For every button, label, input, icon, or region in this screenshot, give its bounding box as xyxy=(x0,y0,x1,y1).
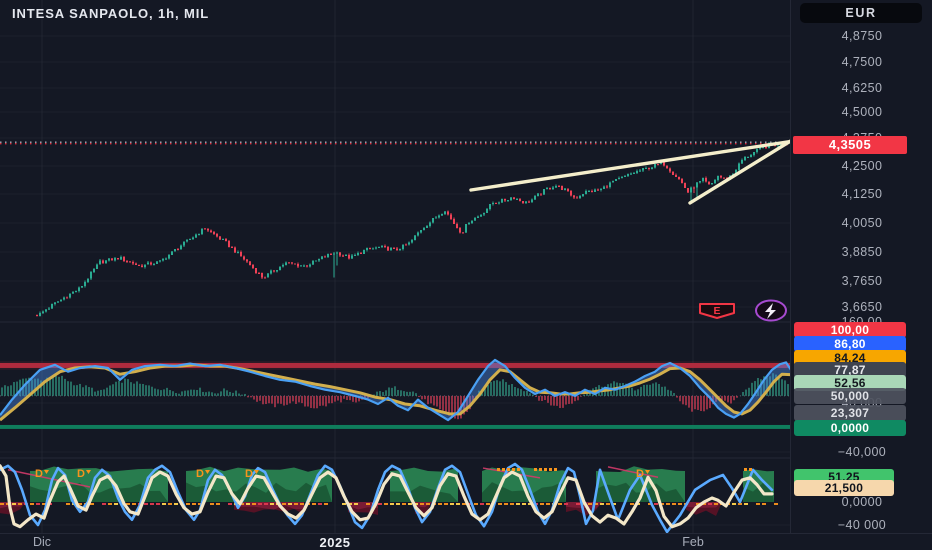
lower-band xyxy=(0,424,790,429)
price-tick-label: 4,2500 xyxy=(841,159,883,173)
price-tick-label: 4,6250 xyxy=(841,81,883,95)
candlesticks xyxy=(36,140,788,317)
divergence-d-mark: D xyxy=(636,468,644,480)
indicator-value-tag: 50,000 xyxy=(794,388,906,404)
indicator-tick-label: −40 000 xyxy=(837,518,887,532)
trading-chart-window: D D D D D INTESA SANPAOLO, 1h, MIL E EUR 4,8… xyxy=(0,0,932,550)
chart-plot-area[interactable]: D D D D D INTESA SANPAOLO, 1h, MIL E xyxy=(0,0,790,533)
current-price-tag: 4,3505 xyxy=(793,136,907,154)
symbol-title[interactable]: INTESA SANPAOLO, 1h, MIL xyxy=(12,6,209,21)
divergence-d-mark: D xyxy=(77,468,85,480)
time-axis[interactable]: Dic 2025 Feb xyxy=(0,533,932,550)
divergence-d-mark: D xyxy=(196,468,204,480)
price-axis[interactable]: EUR 4,87504,75004,62504,50004,37504,2500… xyxy=(790,0,932,533)
price-tick-label: 4,0050 xyxy=(841,216,883,230)
price-tick-label: 4,7500 xyxy=(841,55,883,69)
price-tick-label: 4,1250 xyxy=(841,187,883,201)
price-tick-label: 3,7650 xyxy=(841,274,883,288)
time-label: 2025 xyxy=(319,535,351,550)
divergence-d-mark: D xyxy=(245,468,253,480)
time-label: Feb xyxy=(682,535,704,549)
price-tick-label: 4,5000 xyxy=(841,105,883,119)
indicator-tick-label: −40,000 xyxy=(837,445,887,459)
indicator-value-tag: 23,307 xyxy=(794,405,906,421)
currency-button[interactable]: EUR xyxy=(800,3,922,23)
indicator-tick-label: 0,0000 xyxy=(841,495,883,509)
price-tick-label: 4,8750 xyxy=(841,29,883,43)
earnings-letter: E xyxy=(713,305,720,317)
time-label: Dic xyxy=(32,535,52,549)
divergence-d-mark: D xyxy=(35,468,43,480)
stochastic-cloud-pane: DDDDD xyxy=(0,462,778,533)
price-tick-label: 3,6650 xyxy=(841,300,883,314)
wave-oscillator-pane xyxy=(0,358,790,429)
price-tick-label: 3,8850 xyxy=(841,245,883,259)
indicator-value-tag: 21,500 xyxy=(794,480,894,496)
indicator-value-tag: 0,0000 xyxy=(794,420,906,436)
chart-canvas[interactable]: DDDDD xyxy=(0,0,790,533)
